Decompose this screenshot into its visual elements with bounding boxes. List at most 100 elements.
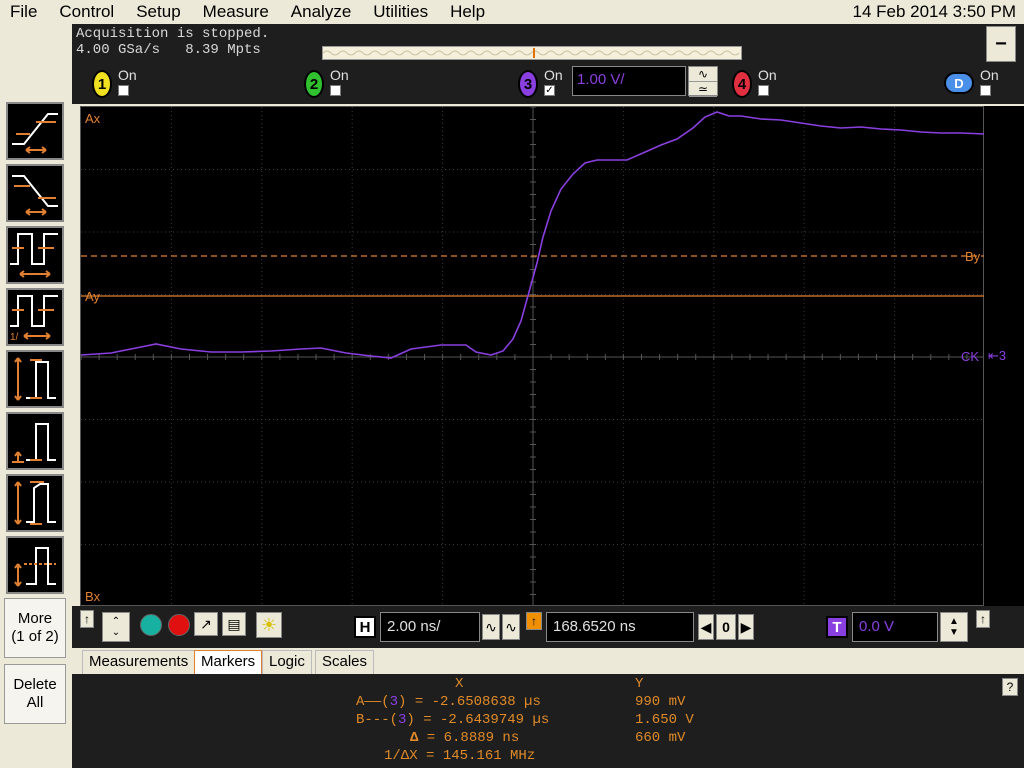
print-icon[interactable]: ▤ xyxy=(222,612,246,636)
menu-measure[interactable]: Measure xyxy=(192,0,280,24)
menu-control[interactable]: Control xyxy=(48,0,125,24)
more-page-label: (1 of 2) xyxy=(11,628,59,645)
stop-button[interactable] xyxy=(168,614,190,636)
readout-y-header: Y xyxy=(635,676,644,692)
average-button[interactable] xyxy=(6,536,64,594)
scroll-up-icon[interactable]: ↑ xyxy=(80,610,94,628)
digital-on-label: On xyxy=(980,67,999,83)
delta-row: Δ = 6.8889 ns xyxy=(410,730,519,746)
trigger-t-badge[interactable]: T xyxy=(826,616,848,638)
menu-help[interactable]: Help xyxy=(439,0,496,24)
delay-field[interactable]: 168.6520 ns xyxy=(546,612,694,642)
run-button[interactable] xyxy=(140,614,162,636)
channel-1[interactable]: 1 On xyxy=(92,68,137,98)
peak-to-peak-button[interactable] xyxy=(6,474,64,532)
acquisition-rate: 4.00 GSa/s 8.39 Mpts xyxy=(76,42,261,58)
channel-1-badge[interactable]: 1 xyxy=(92,70,112,98)
marker-bx-label: Bx xyxy=(85,589,101,604)
coupling-ac-icon[interactable]: ∿ xyxy=(689,67,717,82)
right-indicator-strip: ⇤3 xyxy=(984,106,1024,606)
tab-markers[interactable]: Markers xyxy=(194,650,263,674)
top-button[interactable] xyxy=(6,412,64,470)
marker-a-label: A——( xyxy=(356,694,390,710)
trigger-scroll-icon[interactable]: ↑ xyxy=(976,610,990,628)
inverse-delta-label: 1/ΔX xyxy=(384,748,418,764)
trigger-level-field[interactable]: 0.0 V xyxy=(852,612,938,642)
channel-2-on-label: On xyxy=(330,67,349,83)
marker-readout: X Y A——(3) = -2.6508638 µs 990 mV B---(3… xyxy=(72,674,1024,768)
channel-3-scale-field[interactable]: 1.00 V/ xyxy=(572,66,686,96)
channel-3[interactable]: 3 On ✓ xyxy=(518,68,563,98)
readout-x-header: X xyxy=(455,676,464,692)
delay-left-icon[interactable]: ◀ xyxy=(698,614,714,640)
marker-b-row: B---(3) = -2.6439749 µs xyxy=(356,712,549,728)
menu-file[interactable]: File xyxy=(0,0,48,24)
timebase-field[interactable]: 2.00 ns/ xyxy=(380,612,480,642)
channel-4-checkbox[interactable] xyxy=(758,85,769,96)
rise-time-button[interactable] xyxy=(6,102,64,160)
delta-y: 660 mV xyxy=(635,730,686,746)
marker-ay-label: Ay xyxy=(85,289,100,304)
channel-2[interactable]: 2 On xyxy=(304,68,349,98)
menu-utilities[interactable]: Utilities xyxy=(362,0,439,24)
marker-b-y: 1.650 V xyxy=(635,712,694,728)
updown-stepper[interactable]: ⌃ ⌄ xyxy=(102,612,130,642)
marker-by-label: By xyxy=(965,249,981,264)
delay-reference-icon[interactable]: ↑ xyxy=(526,612,542,630)
delay-zero-button[interactable]: 0 xyxy=(716,614,736,640)
horizontal-h-badge[interactable]: H xyxy=(354,616,376,638)
delay-right-icon[interactable]: ▶ xyxy=(738,614,754,640)
menu-analyze[interactable]: Analyze xyxy=(280,0,362,24)
channel-1-on-label: On xyxy=(118,67,137,83)
single-icon[interactable]: ↗ xyxy=(194,612,218,636)
delete-all-label: All xyxy=(26,694,44,711)
channel-3-ground-label: 3 xyxy=(998,348,1007,363)
channel-1-checkbox[interactable] xyxy=(118,85,129,96)
waveform-display[interactable]: Ax Bx Ay By CK xyxy=(80,106,985,607)
tab-measurements[interactable]: Measurements xyxy=(82,650,196,674)
frequency-button[interactable]: 1/ xyxy=(6,288,64,346)
rise-time-icon xyxy=(12,113,58,154)
memory-bar-marker xyxy=(533,48,535,58)
frequency-icon: 1/ xyxy=(10,295,58,343)
channel-3-ck-label: CK xyxy=(961,349,980,364)
memory-bar[interactable] xyxy=(322,46,742,60)
brightness-icon[interactable]: ☀ xyxy=(256,612,282,638)
channel-3-badge[interactable]: 3 xyxy=(518,70,538,98)
digital-checkbox[interactable] xyxy=(980,85,991,96)
menu-setup[interactable]: Setup xyxy=(125,0,191,24)
tab-logic[interactable]: Logic xyxy=(262,650,312,674)
channel-4-on-label: On xyxy=(758,67,777,83)
amplitude-icon xyxy=(14,357,56,401)
menu-bar: File Control Setup Measure Analyze Utili… xyxy=(0,0,1024,24)
delete-all-button[interactable]: Delete All xyxy=(4,664,66,724)
timebase-coarse-icon[interactable]: ∿ xyxy=(502,614,520,640)
marker-a-channel: 3 xyxy=(389,694,399,710)
digital-badge[interactable]: D xyxy=(944,72,974,94)
amplitude-button[interactable] xyxy=(6,350,64,408)
help-icon[interactable]: ? xyxy=(1002,678,1018,696)
channel-2-badge[interactable]: 2 xyxy=(304,70,324,98)
digital-channel[interactable]: D On xyxy=(944,68,999,96)
channel-3-on-label: On xyxy=(544,67,563,83)
peak-to-peak-icon xyxy=(14,481,56,525)
channel-4-badge[interactable]: 4 xyxy=(732,70,752,98)
tab-scales[interactable]: Scales xyxy=(315,650,375,674)
channel-2-checkbox[interactable] xyxy=(330,85,341,96)
fall-time-button[interactable] xyxy=(6,164,64,222)
channel-3-coupling-buttons[interactable]: ∿ ≃ xyxy=(688,66,718,97)
scope-window: File Control Setup Measure Analyze Utili… xyxy=(0,0,1024,768)
timebase-fine-icon[interactable]: ∿ xyxy=(482,614,500,640)
period-button[interactable] xyxy=(6,226,64,284)
minimize-button[interactable]: − xyxy=(986,26,1016,62)
channel-3-ground-marker[interactable]: ⇤3 xyxy=(988,348,1006,364)
top-icon xyxy=(12,423,56,463)
channel-3-checkbox[interactable]: ✓ xyxy=(544,85,555,96)
coupling-dc-icon[interactable]: ≃ xyxy=(689,82,717,97)
channel-4[interactable]: 4 On xyxy=(732,68,777,98)
marker-b-x: ) = -2.6439749 µs xyxy=(406,712,550,728)
trigger-level-stepper[interactable]: ▲ ▼ xyxy=(940,612,968,642)
clock: 14 Feb 2014 3:50 PM xyxy=(852,2,1016,21)
more-button[interactable]: More (1 of 2) xyxy=(4,598,66,658)
marker-a-y: 990 mV xyxy=(635,694,686,710)
